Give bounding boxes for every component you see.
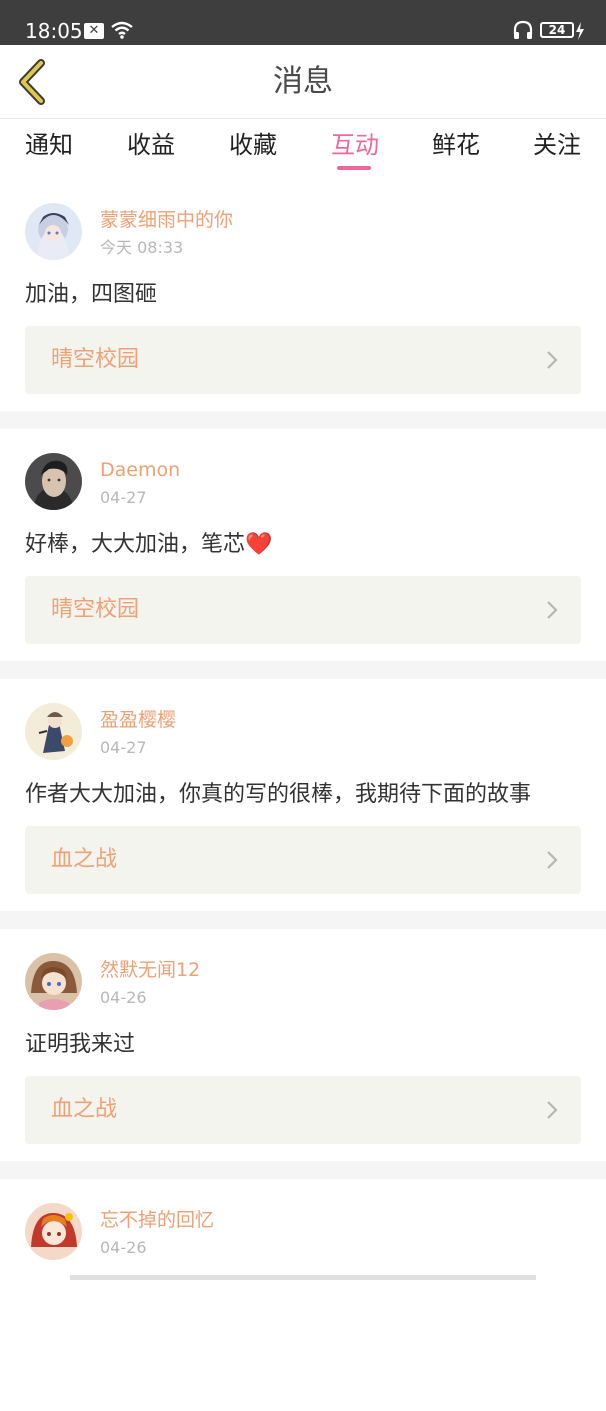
message-item: 忘不掉的回忆 04-26: [0, 1179, 606, 1411]
message-time: 04-27: [100, 738, 147, 757]
chevron-right-icon: [547, 1101, 558, 1119]
book-title: 血之战: [51, 847, 118, 872]
username[interactable]: 忘不掉的回忆: [100, 1207, 214, 1233]
message-item: 蒙蒙细雨中的你 今天 08:33 加油，四图砸 晴空校园: [0, 179, 606, 411]
tab-flowers[interactable]: 鲜花: [432, 129, 480, 161]
book-title: 血之战: [51, 1097, 118, 1122]
message-time: 04-26: [100, 988, 147, 1007]
tab-bar: 通知 收益 收藏 互动 鲜花 关注: [0, 119, 606, 179]
tab-interactions[interactable]: 互动: [331, 129, 379, 161]
username[interactable]: 盈盈樱樱: [100, 707, 176, 733]
message-item: 盈盈樱樱 04-27 作者大大加油，你真的写的很棒，我期待下面的故事 血之战: [0, 679, 606, 911]
close-box-icon: ✕: [84, 23, 104, 39]
avatar[interactable]: [25, 953, 82, 1010]
chevron-right-icon: [547, 601, 558, 619]
book-link[interactable]: 血之战: [25, 1076, 581, 1144]
avatar[interactable]: [25, 1203, 82, 1260]
book-link[interactable]: 血之战: [25, 826, 581, 894]
tab-notifications[interactable]: 通知: [25, 129, 73, 161]
divider: [0, 911, 606, 929]
tab-following[interactable]: 关注: [533, 129, 581, 161]
message-content: 证明我来过: [25, 1032, 136, 1057]
avatar[interactable]: [25, 203, 82, 260]
message-time: 04-27: [100, 488, 147, 507]
message-time: 今天 08:33: [100, 238, 184, 257]
message-content: 加油，四图砸: [25, 282, 158, 307]
avatar[interactable]: [25, 703, 82, 760]
book-title: 晴空校园: [51, 597, 140, 622]
charging-bolt-icon: [576, 22, 584, 40]
divider: [0, 661, 606, 679]
message-time: 04-26: [100, 1238, 147, 1257]
book-title: 晴空校园: [51, 347, 140, 372]
app-header: 消息: [0, 45, 606, 119]
divider: [0, 411, 606, 429]
headphones-icon: [513, 20, 533, 39]
username[interactable]: Daemon: [100, 457, 180, 483]
chevron-right-icon: [547, 851, 558, 869]
tab-favorites[interactable]: 收藏: [229, 129, 277, 161]
divider: [0, 1161, 606, 1179]
message-content: 作者大大加油，你真的写的很棒，我期待下面的故事: [25, 782, 532, 807]
message-item: 然默无闻12 04-26 证明我来过 血之战: [0, 929, 606, 1161]
wifi-icon: [111, 21, 133, 39]
message-list: 蒙蒙细雨中的你 今天 08:33 加油，四图砸 晴空校园 Daemon 04-2…: [0, 179, 606, 1411]
username[interactable]: 然默无闻12: [100, 957, 200, 983]
status-time: 18:05: [25, 19, 83, 43]
page-title: 消息: [273, 64, 333, 99]
chevron-right-icon: [547, 351, 558, 369]
avatar[interactable]: [25, 453, 82, 510]
tab-earnings[interactable]: 收益: [127, 129, 175, 161]
message-content: 好棒，大大加油，笔芯❤️: [25, 532, 273, 557]
message-item: Daemon 04-27 好棒，大大加油，笔芯❤️ 晴空校园: [0, 429, 606, 661]
active-tab-indicator: [337, 166, 371, 170]
scroll-indicator: [70, 1275, 536, 1280]
username[interactable]: 蒙蒙细雨中的你: [100, 207, 233, 233]
battery-icon: 24: [540, 22, 574, 38]
book-link[interactable]: 晴空校园: [25, 326, 581, 394]
status-bar: 18:05 ✕ 24: [0, 0, 606, 45]
book-link[interactable]: 晴空校园: [25, 576, 581, 644]
